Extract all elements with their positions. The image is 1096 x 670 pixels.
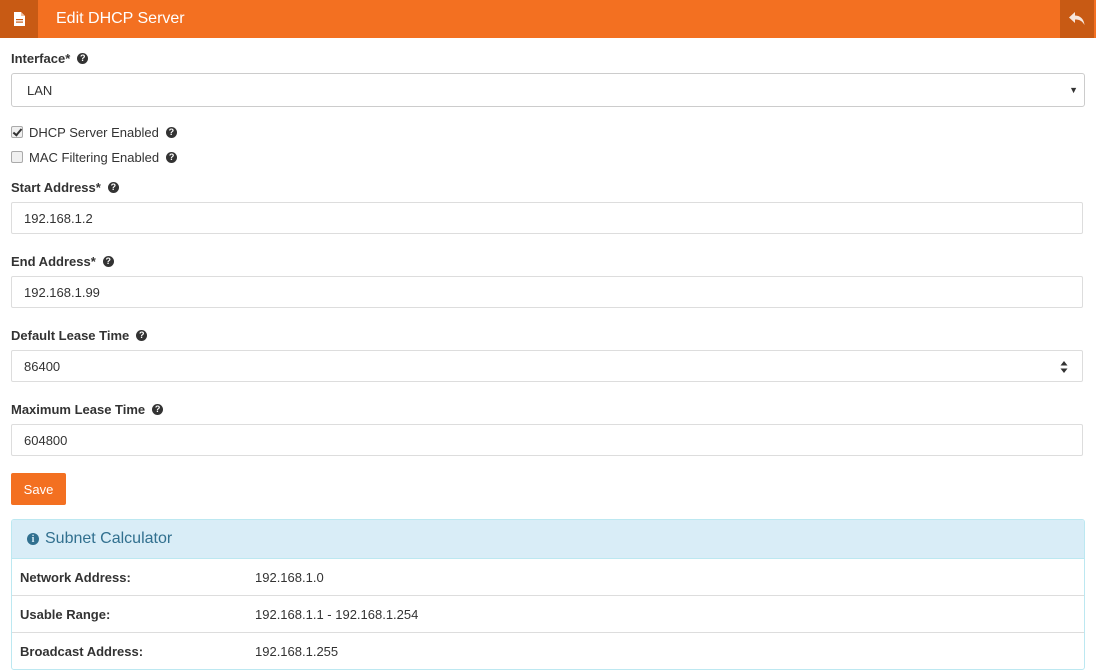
network-address-label: Network Address:: [20, 569, 131, 585]
interface-label: Interface* ?: [11, 49, 89, 67]
info-icon: i: [27, 533, 39, 545]
subnet-calculator-panel: i Subnet Calculator Network Address: 192…: [11, 519, 1085, 670]
number-stepper-icon[interactable]: [1060, 360, 1068, 374]
help-icon[interactable]: ?: [165, 126, 177, 138]
document-icon: [0, 0, 38, 38]
end-address-input[interactable]: 192.168.1.99: [11, 276, 1083, 308]
page-title: Edit DHCP Server: [56, 10, 185, 27]
usable-range-label: Usable Range:: [20, 606, 111, 622]
start-address-input[interactable]: 192.168.1.2: [11, 202, 1083, 234]
broadcast-address-value: 192.168.1.255: [255, 644, 339, 659]
page-header: Edit DHCP Server: [0, 0, 1096, 38]
save-button[interactable]: Save: [11, 473, 66, 505]
end-address-label: End Address* ?: [11, 252, 114, 270]
help-icon[interactable]: ?: [166, 151, 178, 163]
max-lease-label: Maximum Lease Time ?: [11, 400, 164, 418]
dhcp-enabled-checkbox[interactable]: [11, 126, 23, 138]
broadcast-address-label: Broadcast Address:: [20, 644, 144, 659]
default-lease-input[interactable]: 86400: [11, 350, 1083, 382]
mac-filtering-row: MAC Filtering Enabled ?: [11, 148, 178, 166]
network-address-value: 192.168.1.0: [255, 569, 324, 585]
mac-filtering-checkbox[interactable]: [11, 151, 23, 163]
max-lease-input[interactable]: 604800: [11, 424, 1083, 456]
interface-select[interactable]: LAN ▼: [11, 73, 1085, 107]
dhcp-enabled-row: DHCP Server Enabled ?: [11, 123, 177, 141]
help-icon[interactable]: ?: [107, 181, 119, 193]
usable-range-value: 192.168.1.1 - 192.168.1.254: [255, 606, 419, 622]
chevron-down-icon: ▼: [1069, 85, 1078, 95]
start-address-label: Start Address* ?: [11, 178, 119, 196]
table-row: Network Address: 192.168.1.0: [12, 559, 1084, 596]
table-row: Broadcast Address: 192.168.1.255: [12, 633, 1084, 669]
help-icon[interactable]: ?: [152, 403, 164, 415]
default-lease-label: Default Lease Time ?: [11, 326, 148, 344]
back-arrow-icon[interactable]: [1060, 0, 1094, 38]
help-icon[interactable]: ?: [102, 255, 114, 267]
table-row: Usable Range: 192.168.1.1 - 192.168.1.25…: [12, 596, 1084, 633]
edit-dhcp-page: Edit DHCP Server Interface* ? LAN ▼ DHCP…: [0, 0, 1096, 670]
help-icon[interactable]: ?: [77, 52, 89, 64]
subnet-calculator-heading: i Subnet Calculator: [12, 520, 1084, 559]
help-icon[interactable]: ?: [136, 329, 148, 341]
